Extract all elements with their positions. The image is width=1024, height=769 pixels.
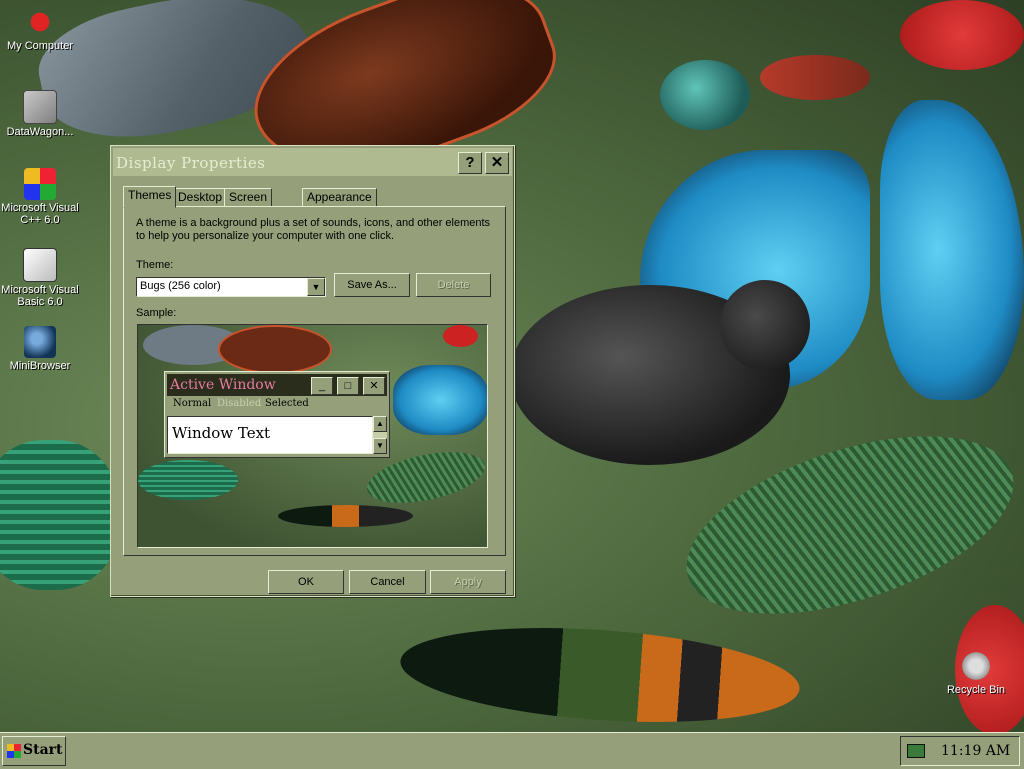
sample-menu-disabled: Disabled <box>217 398 262 409</box>
desktop-icon-datawagon[interactable]: DataWagon... <box>0 90 80 138</box>
recycle-bin-icon <box>960 650 992 682</box>
theme-select-value: Bugs (256 color) <box>140 280 221 292</box>
close-icon: ✕ <box>363 377 385 395</box>
taskbar: Start 11:19 AM <box>0 732 1024 769</box>
desktop-icon-label: MiniBrowser <box>9 360 71 372</box>
minimize-icon: _ <box>311 377 333 395</box>
sample-window-titlebar: Active Window _ □ ✕ <box>167 374 387 396</box>
sample-scrollbar: ▲ ▼ <box>373 416 387 454</box>
start-button[interactable]: Start <box>2 736 66 766</box>
sample-label: Sample: <box>136 307 177 319</box>
sample-menu-normal: Normal <box>173 398 212 409</box>
dialog-titlebar[interactable]: Display Properties ? ✕ <box>113 148 512 176</box>
wallpaper-grasshopper <box>397 616 803 734</box>
sample-grasshopper <box>278 505 413 527</box>
tab-appearance[interactable]: Appearance <box>302 188 377 207</box>
windows-logo-icon <box>7 744 21 758</box>
desktop-icon-recycle-bin[interactable]: Recycle Bin <box>936 650 1016 696</box>
system-tray: 11:19 AM <box>900 736 1020 766</box>
shortcut-icon <box>23 90 57 124</box>
scroll-down-icon: ▼ <box>373 438 387 454</box>
wallpaper-butterfly-right-wing <box>880 100 1024 400</box>
desktop-icon-label: DataWagon... <box>6 126 74 138</box>
tab-screen-saver[interactable]: Screen Saver <box>224 188 273 221</box>
delete-button: Delete <box>416 273 491 297</box>
desktop-icon-label: Microsoft Visual Basic 6.0 <box>1 284 79 308</box>
sample-window-title: Active Window <box>170 377 276 393</box>
apply-button: Apply <box>430 570 506 594</box>
desktop-icon-label: My Computer <box>6 40 74 52</box>
wallpaper-spider-abdomen <box>760 55 870 100</box>
computer-icon <box>24 6 56 38</box>
sample-active-window: Active Window _ □ ✕ Normal Disabled Sele… <box>164 371 390 458</box>
maximize-icon: □ <box>337 377 359 395</box>
tab-themes[interactable]: Themes <box>123 186 177 208</box>
browser-icon <box>24 326 56 358</box>
sample-menu-selected: Selected <box>265 398 309 409</box>
chevron-down-icon[interactable]: ▼ <box>307 278 325 296</box>
cancel-button[interactable]: Cancel <box>349 570 426 594</box>
start-label: Start <box>23 742 63 758</box>
wallpaper-beetle-head <box>720 280 810 370</box>
network-icon[interactable] <box>907 744 925 758</box>
sample-window-text: Window Text <box>172 424 271 442</box>
scroll-up-icon: ▲ <box>373 416 387 432</box>
help-button[interactable]: ? <box>458 152 482 174</box>
sample-ladybug <box>443 325 478 347</box>
tab-desktop[interactable]: Desktop <box>173 188 228 207</box>
dialog-title: Display Properties <box>116 154 266 172</box>
clock[interactable]: 11:19 AM <box>941 743 1010 759</box>
sample-moth <box>218 325 332 374</box>
desktop-icon-visual-cpp[interactable]: Microsoft Visual C++ 6.0 <box>0 168 80 226</box>
desktop-icon-visual-basic[interactable]: Microsoft Visual Basic 6.0 <box>0 248 80 308</box>
desktop-icon-label: Microsoft Visual C++ 6.0 <box>1 202 79 226</box>
visual-cpp-icon <box>24 168 56 200</box>
theme-label: Theme: <box>136 259 174 271</box>
visual-basic-icon <box>23 248 57 282</box>
wallpaper-ladybug <box>900 0 1024 70</box>
display-properties-dialog: Display Properties ? ✕ Themes Desktop Sc… <box>110 145 515 597</box>
desktop-icon-my-computer[interactable]: My Computer <box>0 6 80 52</box>
save-as-button[interactable]: Save As... <box>334 273 410 297</box>
close-button[interactable]: ✕ <box>485 152 509 174</box>
ok-button[interactable]: OK <box>268 570 344 594</box>
wallpaper-green-beetle <box>0 440 120 590</box>
sample-butterfly <box>393 365 487 435</box>
theme-sample-preview: Active Window _ □ ✕ Normal Disabled Sele… <box>137 324 488 548</box>
theme-description: A theme is a background plus a set of so… <box>136 217 491 242</box>
theme-select[interactable]: Bugs (256 color) ▼ <box>136 277 326 297</box>
wallpaper-spider <box>660 60 750 130</box>
desktop-icon-minibrowser[interactable]: MiniBrowser <box>0 326 80 372</box>
sample-window-text-area: Window Text <box>167 416 373 454</box>
desktop-icon-label: Recycle Bin <box>946 684 1006 696</box>
sample-beetle <box>138 460 238 500</box>
